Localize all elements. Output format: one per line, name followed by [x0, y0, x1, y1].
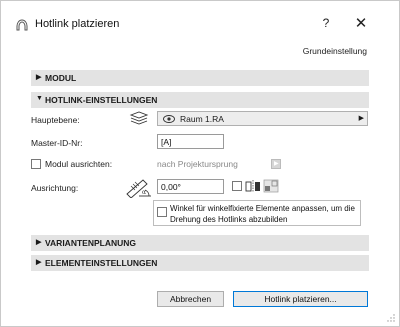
- layers-icon: [129, 111, 149, 125]
- favorites-preset-label[interactable]: Grundeinstellung: [303, 46, 367, 56]
- master-id-field[interactable]: [A]: [157, 134, 224, 149]
- cancel-button[interactable]: Abbrechen: [157, 291, 224, 307]
- main-level-dropdown[interactable]: Raum 1.RA ▶: [157, 111, 368, 126]
- main-level-label: Hauptebene:: [31, 115, 80, 125]
- align-module-checkbox[interactable]: [31, 159, 41, 169]
- main-level-value: Raum 1.RA: [180, 114, 224, 124]
- section-hotlink-settings[interactable]: ▼ HOTLINK-EINSTELLUNGEN: [31, 92, 369, 108]
- section-variant-label: VARIANTENPLANUNG: [45, 238, 136, 248]
- master-id-label: Master-ID-Nr:: [31, 138, 83, 148]
- archicad-icon: [16, 19, 28, 31]
- orientation-angle-field[interactable]: 0,00°: [157, 179, 224, 194]
- collapsed-triangle-icon: ▶: [36, 259, 42, 266]
- mirror-checkbox[interactable]: [232, 181, 242, 191]
- help-button[interactable]: ?: [319, 16, 333, 32]
- section-element-label: ELEMENTEINSTELLUNGEN: [45, 258, 158, 268]
- adjust-angle-option: Winkel für winkelfixierte Elemente anpas…: [153, 200, 361, 226]
- section-modul[interactable]: ▶ MODUL: [31, 70, 369, 86]
- close-button[interactable]: ✕: [353, 14, 369, 32]
- align-options-button: ▶: [271, 159, 281, 169]
- place-hotlink-dialog: Hotlink platzieren ? ✕ Grundeinstellung …: [0, 0, 400, 327]
- resize-grip-icon[interactable]: [387, 314, 395, 322]
- section-variant-planning[interactable]: ▶ VARIANTENPLANUNG: [31, 235, 369, 251]
- mirror-vertical-icon: [263, 179, 279, 193]
- collapsed-triangle-icon: ▶: [36, 74, 42, 81]
- collapsed-triangle-icon: ▶: [36, 239, 42, 246]
- align-module-label: Modul ausrichten:: [45, 159, 113, 169]
- section-modul-label: MODUL: [45, 73, 77, 83]
- place-hotlink-button[interactable]: Hotlink platzieren...: [233, 291, 368, 307]
- adjust-angle-checkbox[interactable]: [157, 207, 167, 217]
- adjust-angle-text: Winkel für winkelfixierte Elemente anpas…: [170, 204, 355, 224]
- expanded-triangle-icon: ▼: [36, 95, 43, 102]
- section-element-settings[interactable]: ▶ ELEMENTEINSTELLUNGEN: [31, 255, 369, 271]
- mirror-horizontal-icon: [245, 180, 260, 192]
- svg-text:α: α: [142, 189, 146, 196]
- window-title: Hotlink platzieren: [35, 18, 120, 30]
- eye-icon: [163, 115, 175, 123]
- section-hotlink-label: HOTLINK-EINSTELLUNGEN: [45, 95, 158, 105]
- orientation-label: Ausrichtung:: [31, 183, 79, 193]
- align-module-value: nach Projektursprung: [157, 159, 238, 169]
- dropdown-arrow-icon: ▶: [358, 115, 364, 122]
- title-bar: Hotlink platzieren ? ✕: [1, 1, 399, 43]
- rotation-angle-icon: α: [126, 179, 151, 198]
